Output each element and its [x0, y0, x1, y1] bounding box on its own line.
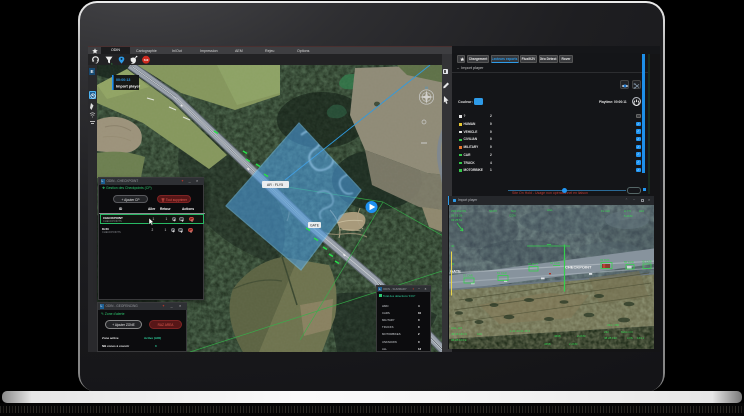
svg-text:A10: A10 — [639, 209, 645, 213]
svg-text:50 CAR: 50 CAR — [642, 259, 652, 263]
svg-text:5.2KM: 5.2KM — [624, 214, 633, 218]
svg-text:4698: 4698 — [554, 334, 561, 338]
svg-text:61 CAR: 61 CAR — [497, 271, 507, 275]
svg-text:CHECKPOINT: CHECKPOINT — [565, 264, 592, 269]
svg-text:LOS: LOS — [627, 336, 633, 340]
svg-text:00:00:13: 00:00:13 — [116, 78, 130, 82]
svg-text:2.2KM: 2.2KM — [569, 342, 578, 346]
svg-text:48.18.184 N: 48.18.184 N — [451, 332, 467, 336]
svg-text:40: 40 — [451, 244, 455, 248]
svg-text:AGL 116: AGL 116 — [451, 326, 462, 330]
svg-text:48.28.192: 48.28.192 — [604, 336, 617, 340]
svg-text:55 CAR: 55 CAR — [624, 260, 634, 264]
svg-text:4658: 4658 — [544, 342, 551, 346]
svg-text:47 MOT: 47 MOT — [528, 262, 538, 266]
svg-text:H 7.5: H 7.5 — [624, 209, 631, 213]
svg-text:-1 21 24 21 26 2: -1 21 24 21 26 2 — [509, 329, 530, 333]
svg-text:N/U: N/U — [511, 209, 516, 213]
svg-text:331 / 280: 331 / 280 — [607, 323, 619, 327]
svg-text:43 TRK: 43 TRK — [600, 258, 610, 262]
svg-text:2.2KM: 2.2KM — [577, 334, 586, 338]
svg-text:AR : FLY5: AR : FLY5 — [267, 183, 283, 187]
svg-text:100: 100 — [477, 332, 482, 336]
svg-text:163.1: 163.1 — [637, 336, 645, 340]
svg-text:NFOV: NFOV — [489, 209, 497, 213]
svg-text:03.18.29: 03.18.29 — [451, 213, 463, 217]
svg-text:S10: S10 — [144, 58, 149, 62]
svg-text:52 CAR: 52 CAR — [550, 261, 560, 265]
svg-text:GATE: GATE — [310, 224, 320, 228]
svg-text:CCM: CCM — [509, 213, 516, 217]
svg-text:FL 110: FL 110 — [601, 209, 610, 213]
svg-text:MAG CO: MAG CO — [621, 330, 633, 334]
svg-text:232: 232 — [604, 330, 609, 334]
svg-text:06.28.101 E: 06.28.101 E — [451, 338, 467, 342]
svg-text:03:25:51: 03:25:51 — [451, 218, 463, 222]
svg-text:AGL: AGL — [547, 208, 553, 212]
svg-text:Import player: Import player — [116, 85, 141, 89]
svg-text:299.192.6N: 299.192.6N — [451, 209, 466, 213]
svg-text:57 CAR: 57 CAR — [463, 273, 473, 277]
